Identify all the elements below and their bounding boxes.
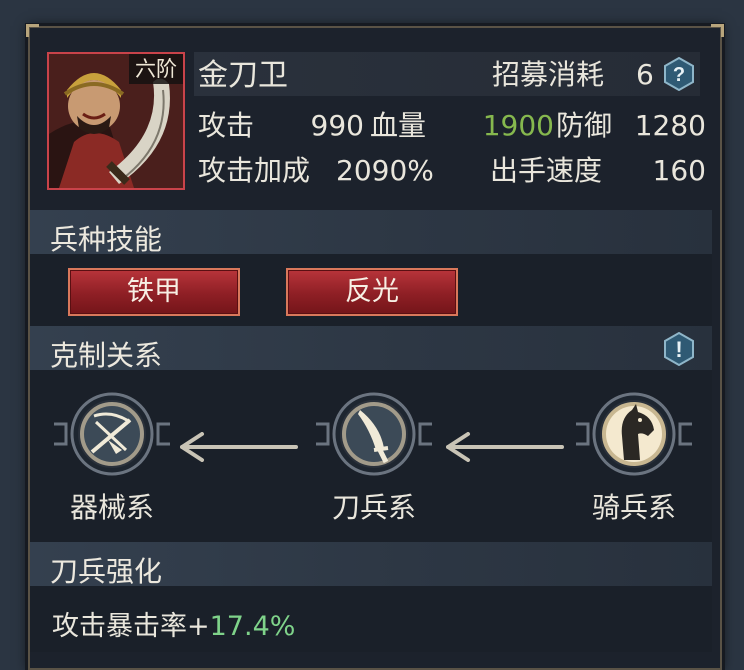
help-button[interactable]: ? [662,56,696,92]
crossbow-icon [54,392,170,476]
counter-type-blade: 刀兵系 [331,491,416,524]
horse-icon [576,392,692,476]
skill-button-reflect[interactable]: 反光 [286,268,458,316]
skill-button-iron-armor[interactable]: 铁甲 [68,268,240,316]
unit-portrait: 六阶 [47,52,185,190]
frame-corner [711,24,724,37]
siege-type-emblem [52,392,172,476]
blade-type-emblem [314,392,434,476]
info-button[interactable]: ! [662,331,696,367]
arrow-left-icon [446,432,564,462]
enhance-bonus-value: 17.4% [209,611,296,642]
counter-type-siege: 器械系 [69,491,154,524]
sword-icon [316,392,432,476]
svg-text:?: ? [673,64,685,86]
attack-label: 攻击 [198,109,255,142]
skills-title: 兵种技能 [50,223,163,256]
unit-name: 金刀卫 [198,58,288,93]
hp-value: 1900 [482,109,554,142]
defense-label: 防御 [556,109,613,142]
speed-value: 160 [652,154,706,187]
rank-badge: 六阶 [129,54,183,84]
counter-title: 克制关系 [50,339,163,372]
counter-arrow-left [180,432,300,462]
enhance-bonus-label: 攻击暴击率+ [52,611,210,642]
enhance-title: 刀兵强化 [50,555,163,588]
defense-value: 1280 [634,109,706,142]
recruit-cost-label: 招募消耗 [492,58,605,91]
arrow-left-icon [180,432,298,462]
enhance-bonus: 攻击暴击率+17.4% [52,604,295,643]
enhance-section-header: 刀兵强化 [30,542,712,588]
speed-label: 出手速度 [490,154,603,187]
counter-type-cavalry: 骑兵系 [591,491,676,524]
hp-label: 血量 [370,109,427,142]
frame-corner [26,24,39,37]
svg-text:!: ! [675,337,682,362]
counter-arrow-right [446,432,566,462]
attack-bonus-label: 攻击加成 [198,154,311,187]
skills-section-header: 兵种技能 [30,210,712,256]
question-icon: ? [664,56,694,92]
attack-value: 990 [310,109,364,142]
recruit-cost-value: 6 [636,58,654,91]
attack-bonus-value: 2090% [336,154,434,187]
cavalry-type-emblem [574,392,694,476]
exclamation-icon: ! [664,331,694,367]
counter-section-header: 克制关系 [30,326,712,372]
